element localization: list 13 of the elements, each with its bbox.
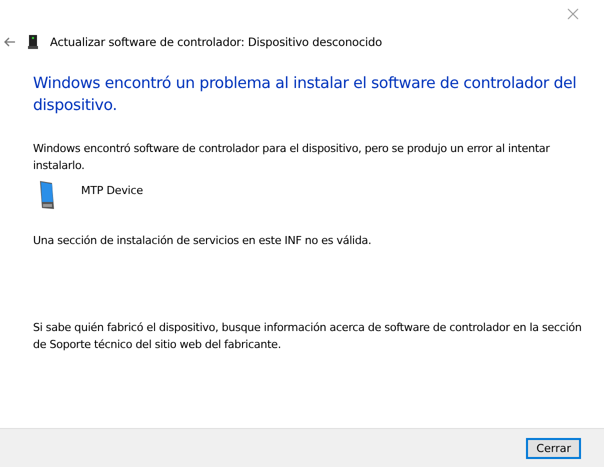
error-message: Una sección de instalación de servicios en este INF no es válida. [33, 233, 372, 249]
close-button[interactable]: Cerrar [526, 438, 581, 458]
help-text: Si sabe quién fabricó el dispositivo, busque información acerca de software de controlador en la sección de Soporte técnico del sitio web del fabricante. [33, 320, 583, 353]
back-button[interactable] [4, 37, 16, 47]
close-button[interactable] [566, 7, 580, 21]
device-name: MTP Device [81, 184, 143, 197]
phone-icon [39, 180, 55, 210]
heading: Windows encontró un problema al instalar el software de controlador del dispositivo. [33, 73, 578, 116]
close-icon [566, 7, 580, 21]
back-arrow-icon [4, 37, 16, 47]
description: Windows encontró software de controlador para el dispositivo, pero se produjo un error al intentar instalarlo. [33, 141, 551, 174]
window-title: Actualizar software de controlador: Dispositivo desconocido [50, 35, 382, 49]
device-icon [28, 35, 38, 49]
